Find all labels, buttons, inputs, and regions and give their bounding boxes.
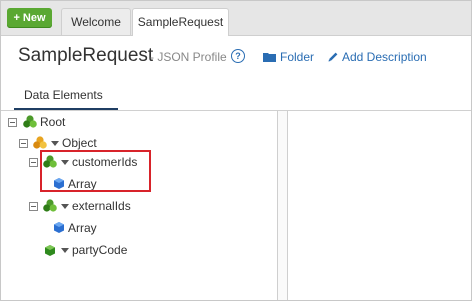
folder-icon (263, 53, 276, 62)
cluster-icon-object (33, 136, 47, 149)
tree-node-root[interactable]: Root (40, 114, 65, 130)
tab-bar: + New Welcome SampleRequest (1, 1, 471, 36)
highlight-box (40, 150, 151, 192)
collapse-toggle-root[interactable] (8, 118, 17, 127)
tree-node-externalids[interactable]: externalIds (72, 198, 131, 214)
cluster-icon-externalids (43, 199, 57, 212)
folder-link[interactable]: Folder (263, 50, 314, 64)
page-title: SampleRequest (18, 45, 154, 66)
panel-splitter[interactable] (277, 111, 288, 300)
help-icon[interactable]: ? (231, 49, 245, 63)
divider (1, 110, 471, 111)
caret-down-icon[interactable] (51, 141, 59, 146)
cube-icon-array (54, 222, 64, 233)
tab-welcome[interactable]: Welcome (61, 8, 131, 35)
tab-data-elements[interactable]: Data Elements (24, 88, 103, 102)
tree-node-object[interactable]: Object (62, 135, 97, 151)
add-description-link[interactable]: Add Description (327, 50, 427, 64)
collapse-toggle-externalids[interactable] (29, 202, 38, 211)
cluster-icon-root (23, 115, 37, 128)
caret-down-icon[interactable] (61, 248, 69, 253)
pencil-icon (328, 52, 338, 62)
cube-icon-partycode (45, 245, 55, 256)
page-subtitle: - JSON Profile (150, 50, 227, 64)
collapse-toggle-object[interactable] (19, 139, 28, 148)
caret-down-icon[interactable] (61, 204, 69, 209)
folder-link-label: Folder (280, 50, 315, 64)
add-description-label: Add Description (342, 50, 427, 64)
tree-node-partycode[interactable]: partyCode (72, 242, 127, 258)
tab-samplerequest[interactable]: SampleRequest (132, 8, 229, 36)
tree-node-externalids-array[interactable]: Array (68, 220, 97, 236)
new-button[interactable]: + New (7, 8, 52, 28)
collapse-toggle-customerids[interactable] (29, 158, 38, 167)
